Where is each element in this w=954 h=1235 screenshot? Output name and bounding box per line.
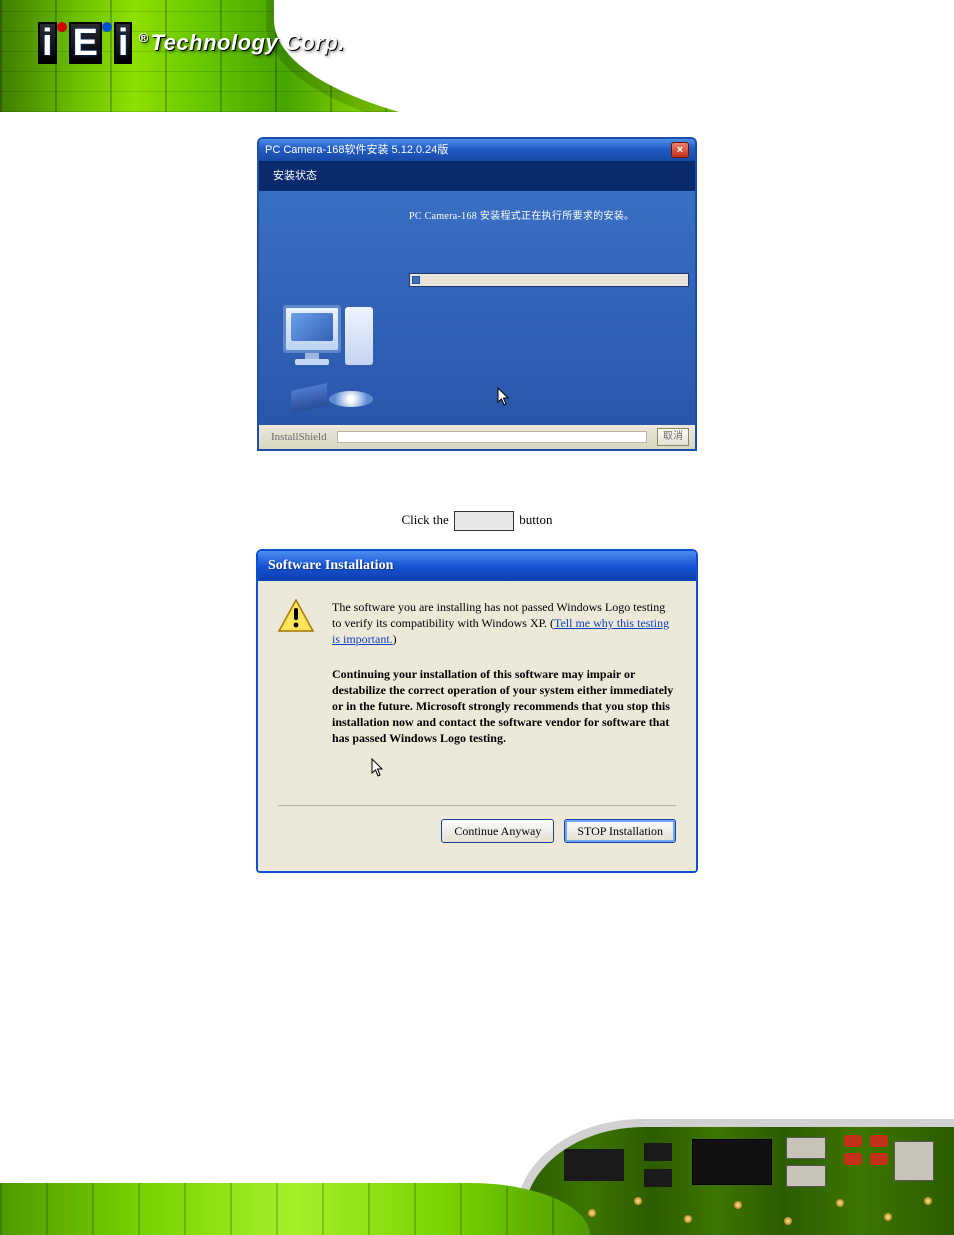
dialog-para1: The software you are installing has not … (332, 599, 676, 648)
footer-curve (0, 1183, 590, 1235)
progress-bar (409, 273, 689, 287)
close-button[interactable]: × (671, 142, 689, 158)
brand-logo: i E i ®Technology Corp. (38, 22, 345, 64)
close-icon: × (677, 145, 683, 156)
installer-window: PC Camera-168软件安装 5.12.0.24版 × 安装状态 PC C… (257, 137, 697, 451)
software-installation-dialog: Software Installation The software you a… (256, 549, 698, 873)
installer-illustration (279, 297, 379, 407)
footer-progress (337, 431, 647, 443)
registered-mark: ® (138, 30, 148, 45)
footer-banner (0, 1127, 954, 1235)
stop-installation-button[interactable]: STOP Installation (564, 819, 676, 843)
inline-button-placeholder (454, 511, 514, 531)
progress-fill (412, 276, 420, 284)
installer-title: PC Camera-168软件安装 5.12.0.24版 (265, 139, 448, 161)
dialog-para2: Continuing your installation of this sof… (332, 666, 676, 747)
installer-titlebar: PC Camera-168软件安装 5.12.0.24版 × (259, 139, 695, 161)
instruction-text: Click the button (0, 511, 954, 531)
dialog-body: The software you are installing has not … (258, 581, 696, 871)
dialog-title: Software Installation (268, 558, 393, 573)
banner-swoosh (274, 0, 954, 112)
continue-anyway-button[interactable]: Continue Anyway (441, 819, 554, 843)
installer-subtitle: 安装状态 (259, 161, 695, 191)
separator (278, 805, 676, 807)
cancel-button[interactable]: 取消 (657, 428, 689, 446)
warning-icon (278, 599, 314, 633)
installer-footer: InstallShield 取消 (259, 425, 695, 449)
installer-message: PC Camera-168 安装程式正在执行所要求的安装。 (409, 207, 634, 222)
cursor-icon (497, 387, 511, 412)
installer-body: PC Camera-168 安装程式正在执行所要求的安装。 (259, 191, 695, 425)
header-banner: i E i ®Technology Corp. (0, 0, 954, 112)
installshield-label: InstallShield (271, 431, 327, 443)
dialog-titlebar: Software Installation (258, 551, 696, 581)
chipboard-graphic (524, 1127, 954, 1235)
cursor-icon (371, 758, 385, 783)
brand-tagline: Technology Corp. (151, 30, 345, 55)
